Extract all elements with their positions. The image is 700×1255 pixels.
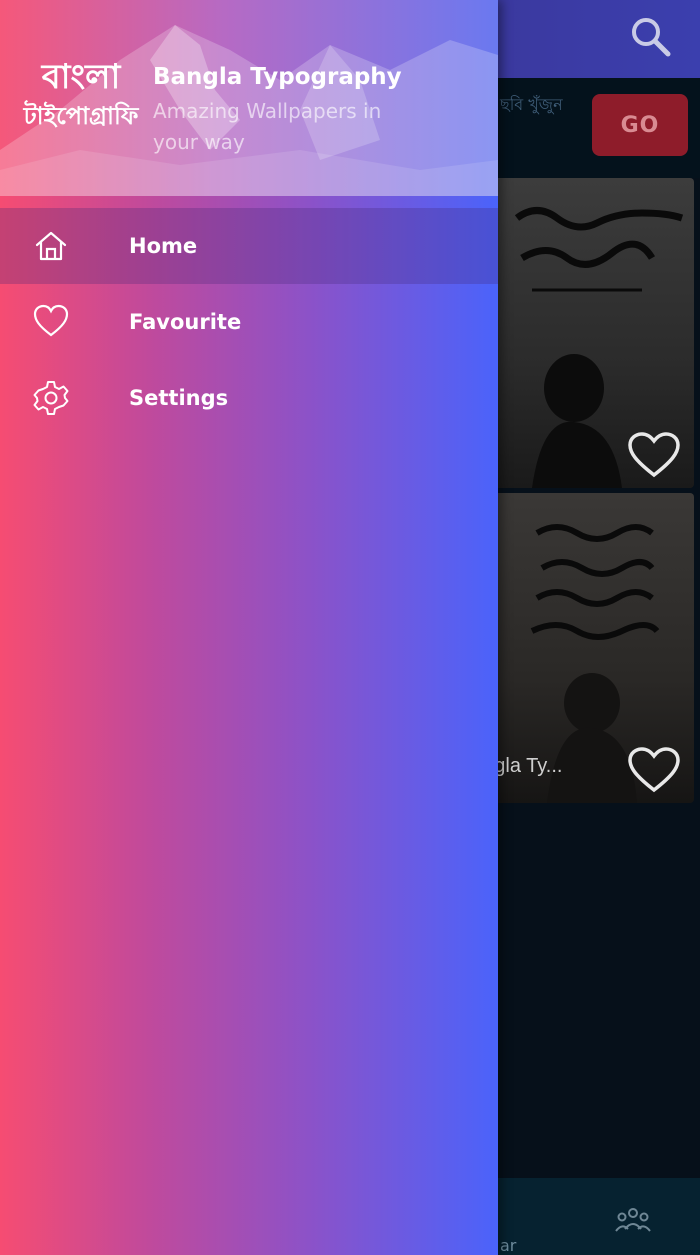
group-icon[interactable] bbox=[614, 1205, 652, 1237]
go-button[interactable]: GO bbox=[592, 94, 688, 156]
card-title: angla Ty... bbox=[492, 755, 563, 777]
menu-label-favourite: Favourite bbox=[129, 310, 242, 334]
home-icon bbox=[32, 227, 70, 265]
favorite-heart-icon[interactable] bbox=[626, 431, 682, 481]
menu-item-home[interactable]: Home bbox=[0, 208, 498, 284]
app-logo: বাংলা টাইপোগ্রাফি bbox=[16, 60, 146, 156]
drawer-menu: Home Favourite Settings bbox=[0, 208, 498, 436]
wallpaper-card[interactable]: ke bbox=[492, 178, 694, 488]
favorite-heart-icon[interactable] bbox=[626, 746, 682, 796]
gear-icon bbox=[32, 379, 70, 417]
heart-icon bbox=[32, 303, 70, 341]
menu-item-settings[interactable]: Settings bbox=[0, 360, 498, 436]
app-name: Bangla Typography bbox=[153, 64, 402, 90]
card-title: ke bbox=[492, 440, 532, 470]
menu-label-home: Home bbox=[129, 234, 198, 258]
wallpaper-card[interactable]: angla Ty... bbox=[492, 493, 694, 803]
menu-item-favourite[interactable]: Favourite bbox=[0, 284, 498, 360]
logo-line-2: টাইপোগ্রাফি bbox=[23, 101, 139, 130]
logo-line-1: বাংলা bbox=[41, 57, 121, 97]
app-tagline: Amazing Wallpapers in your way bbox=[153, 99, 382, 154]
search-icon[interactable] bbox=[626, 12, 676, 62]
drawer-header: বাংলা টাইপোগ্রাফি Bangla Typography Amaz… bbox=[0, 0, 498, 196]
bottom-nav-label[interactable]: ar bbox=[500, 1236, 516, 1255]
menu-label-settings: Settings bbox=[129, 386, 229, 410]
search-input[interactable]: ছবি খুঁজুন bbox=[500, 92, 563, 119]
navigation-drawer: বাংলা টাইপোগ্রাফি Bangla Typography Amaz… bbox=[0, 0, 498, 1255]
